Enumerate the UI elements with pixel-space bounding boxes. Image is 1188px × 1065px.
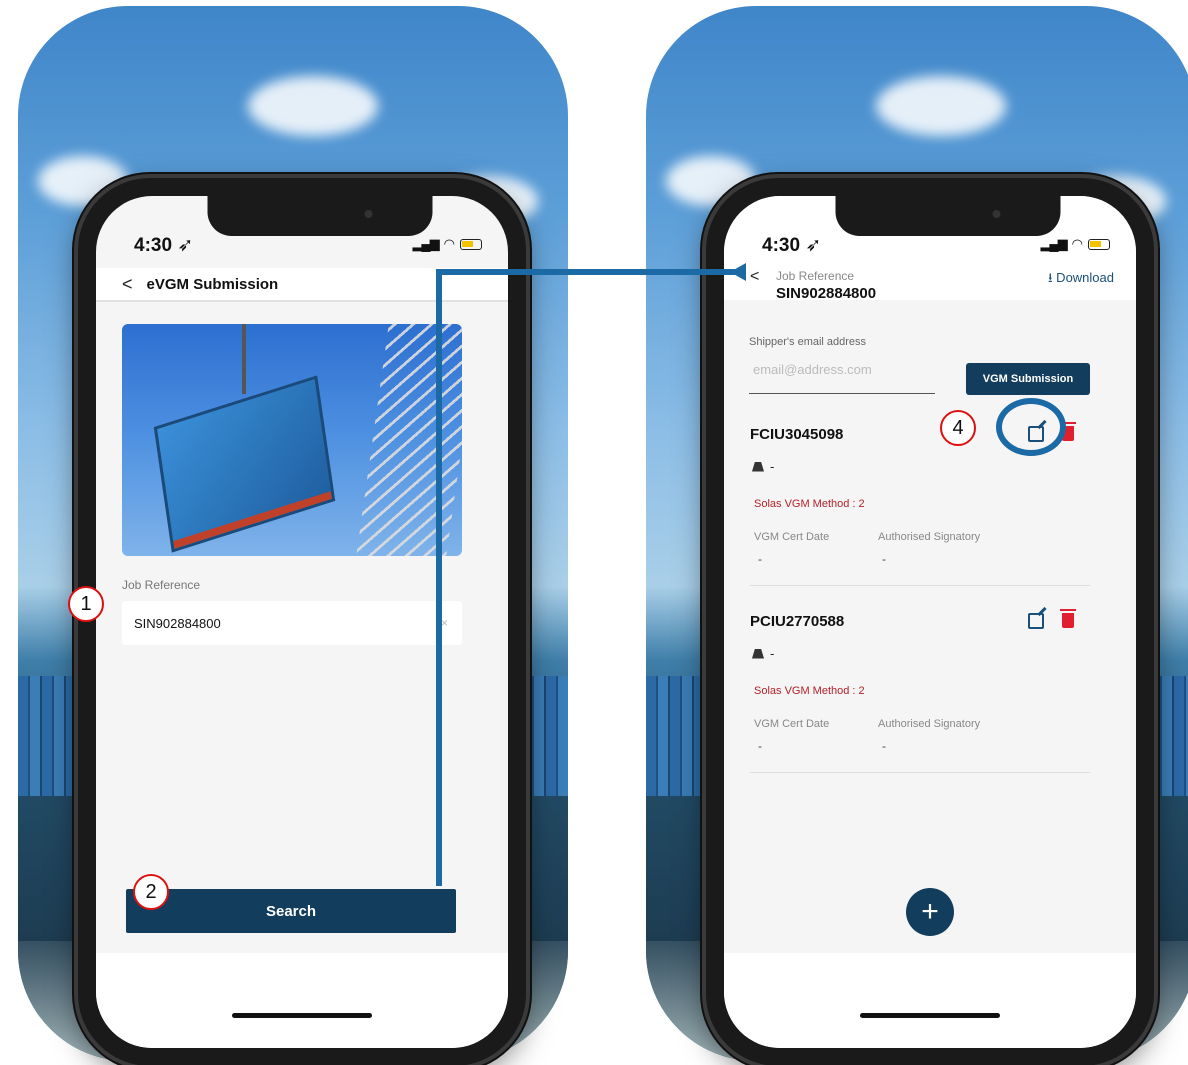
screen-right: < Job Reference SIN902884800 ⭳ Download … <box>724 196 1136 1048</box>
signal-icon: ▂▄▆ <box>1040 236 1067 251</box>
signatory-label: Authorised Signatory <box>878 531 981 543</box>
container-card: PCIU2770588 - Solas VGM Method : 2 VGM C… <box>750 603 1090 773</box>
battery-icon <box>1088 238 1110 250</box>
status-time: 4:30 ➶ <box>134 235 194 256</box>
bottom-area <box>724 953 1136 1048</box>
battery-icon <box>460 238 482 250</box>
step-marker-1: 1 <box>68 586 104 622</box>
container-id: FCIU3045098 <box>750 426 844 443</box>
signal-icon: ▂▄▆ <box>412 236 439 251</box>
job-reference-label: Job Reference <box>122 578 201 592</box>
cloud <box>876 76 1006 136</box>
home-indicator[interactable] <box>232 1013 372 1018</box>
step-marker-4: 4 <box>940 410 976 446</box>
solas-method: Solas VGM Method : 2 <box>754 498 865 510</box>
rope-image <box>242 324 246 394</box>
edit-icon[interactable] <box>1028 613 1044 629</box>
connector-line-horizontal <box>436 269 744 275</box>
signatory-value: - <box>882 739 886 753</box>
phone-frame-right: < Job Reference SIN902884800 ⭳ Download … <box>706 178 1154 1065</box>
location-arrow-icon: ➶ <box>177 235 194 256</box>
bottom-area <box>96 953 508 1048</box>
location-arrow-icon: ➶ <box>805 235 822 256</box>
connector-line-vertical <box>436 269 442 886</box>
cloud <box>248 76 378 136</box>
home-indicator[interactable] <box>860 1013 1000 1018</box>
page-title: eVGM Submission <box>146 275 279 293</box>
cert-date-label: VGM Cert Date <box>754 718 830 730</box>
weight-value: - <box>770 459 775 474</box>
job-reference-input[interactable]: SIN902884800 × <box>122 601 462 645</box>
wifi-icon: ◠ <box>1071 236 1083 251</box>
job-reference-value: SIN902884800 <box>134 615 221 631</box>
nav-subtitle: Job Reference <box>776 269 855 283</box>
cert-date-value: - <box>758 552 762 566</box>
solas-method: Solas VGM Method : 2 <box>754 685 865 697</box>
search-button[interactable]: Search <box>126 889 456 933</box>
back-chevron-icon[interactable]: < <box>750 268 759 286</box>
container-hero-image <box>122 324 462 556</box>
cert-date-value: - <box>758 739 762 753</box>
signatory-value: - <box>882 552 886 566</box>
vgm-submission-button[interactable]: VGM Submission <box>966 363 1090 395</box>
back-chevron-icon[interactable]: < <box>122 274 133 295</box>
edit-highlight-ring <box>996 398 1066 456</box>
status-time: 4:30 ➶ <box>762 235 822 256</box>
signatory-label: Authorised Signatory <box>878 718 981 730</box>
weight-value: - <box>770 646 775 661</box>
download-button[interactable]: ⭳ Download <box>1048 269 1114 291</box>
email-label: Shipper's email address <box>749 336 867 348</box>
add-container-button[interactable]: + <box>906 888 954 936</box>
weight-icon <box>752 648 764 659</box>
weight-row: - <box>752 459 774 474</box>
email-input[interactable]: email@address.com <box>749 362 935 394</box>
shipping-container-image <box>153 375 336 553</box>
arrow-head-icon <box>730 263 746 281</box>
notch <box>835 196 1061 236</box>
notch <box>207 196 433 236</box>
step-marker-2: 2 <box>133 874 169 910</box>
container-id: PCIU2770588 <box>750 613 845 630</box>
crane-image <box>353 324 462 556</box>
status-icons: ▂▄▆ ◠ <box>412 236 482 252</box>
nav-title: SIN902884800 <box>776 285 877 302</box>
trash-icon[interactable] <box>1060 609 1076 628</box>
weight-row: - <box>752 646 774 661</box>
phone-frame-left: 4:30 ➶ ▂▄▆ ◠ < eVGM Submission Job Refer… <box>78 178 526 1065</box>
wifi-icon: ◠ <box>443 236 455 251</box>
screen-left: 4:30 ➶ ▂▄▆ ◠ < eVGM Submission Job Refer… <box>96 196 508 1048</box>
clear-icon[interactable]: × <box>441 616 448 630</box>
status-icons: ▂▄▆ ◠ <box>1040 236 1110 252</box>
cert-date-label: VGM Cert Date <box>754 531 830 543</box>
weight-icon <box>752 461 764 472</box>
